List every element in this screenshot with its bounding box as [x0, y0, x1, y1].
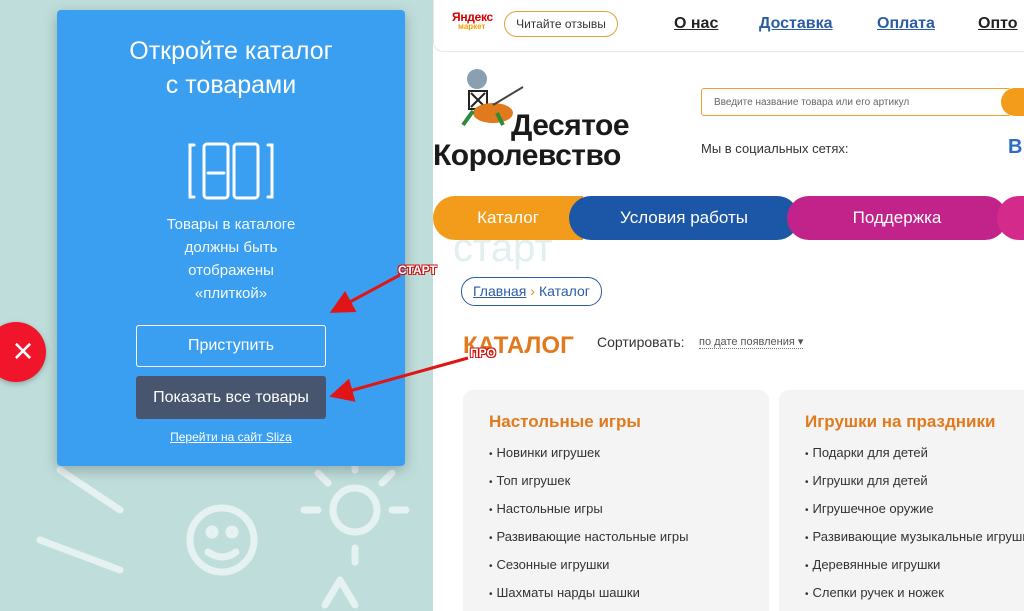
chevron-down-icon: ▾ — [797, 336, 804, 348]
modal-desc-line: «плиткой» — [194, 285, 268, 302]
list-item[interactable]: Настольные игры — [489, 500, 688, 528]
grid-view-icon — [188, 142, 274, 200]
annotation-start-label: СТАРТ — [398, 263, 437, 277]
show-all-goods-button[interactable]: Показать все товары — [136, 376, 326, 419]
category-card-holiday-toys: Игрушки на праздники Подарки для детей И… — [779, 390, 1024, 611]
category-title[interactable]: Игрушки на праздники — [805, 412, 995, 432]
list-item[interactable]: Сезонные игрушки — [489, 556, 688, 584]
modal-desc-line: должны быть — [184, 239, 278, 256]
search-button[interactable] — [1001, 88, 1024, 116]
close-icon: × — [12, 330, 34, 371]
main-nav: Каталог Условия работы Поддержка — [433, 196, 1024, 240]
sort-label: Сортировать: — [597, 334, 685, 350]
site-content: Яндекс маркет Читайте отзывы О нас Доста… — [433, 0, 1024, 611]
category-list: Новинки игрушек Топ игрушек Настольные и… — [489, 444, 689, 611]
vk-icon[interactable]: В — [1008, 136, 1022, 159]
breadcrumb-home[interactable]: Главная — [473, 283, 526, 299]
logo-line2: Королевство — [433, 139, 621, 172]
modal-description: Товары в каталоге должны быть отображены… — [57, 213, 405, 305]
breadcrumb-separator: › — [530, 283, 535, 299]
category-card-board-games: Настольные игры Новинки игрушек Топ игру… — [463, 390, 769, 611]
list-item[interactable]: Шахматы нарды шашки — [489, 584, 688, 611]
category-list: Подарки для детей Игрушки для детей Игру… — [805, 444, 1024, 611]
list-item[interactable]: Слепки ручек и ножек — [805, 584, 1024, 611]
top-link-delivery[interactable]: Доставка — [759, 15, 833, 33]
breadcrumb: Главная › Каталог — [461, 277, 602, 306]
top-bar: Яндекс маркет Читайте отзывы О нас Доста… — [433, 0, 1024, 52]
list-item[interactable]: Деревянные игрушки — [805, 556, 1024, 584]
list-item[interactable]: Игрушечное оружие — [805, 500, 1024, 528]
yandex-market-line2: маркет — [458, 22, 486, 31]
modal-title: Откройте каталог с товарами — [57, 34, 405, 102]
list-item[interactable]: Игрушки для детей — [805, 472, 1024, 500]
start-button[interactable]: Приступить — [136, 325, 326, 367]
nav-item-catalog[interactable]: Каталог — [433, 196, 583, 240]
list-item[interactable]: Подарки для детей — [805, 444, 1024, 472]
modal-desc-line: Товары в каталоге — [166, 216, 296, 233]
list-item[interactable]: Развивающие настольные игры — [489, 528, 689, 556]
sort-select[interactable]: по дате появления ▾ — [699, 335, 804, 349]
modal-desc-line: отображены — [188, 262, 274, 279]
annotation-pro-label: ПРО — [470, 346, 496, 360]
social-label: Мы в социальных сетях: — [701, 141, 849, 156]
modal-title-line2: с товарами — [165, 71, 297, 99]
logo-text: Десятое Королевство — [433, 109, 630, 172]
nav-item-support[interactable]: Поддержка — [787, 196, 1007, 240]
top-link-about[interactable]: О нас — [674, 15, 718, 33]
search-input[interactable]: Введите название товара или его артикул — [701, 88, 1011, 116]
list-item[interactable]: Новинки игрушек — [489, 444, 688, 472]
logo-line1: Десятое — [511, 109, 630, 142]
modal-title-line1: Откройте каталог — [129, 37, 333, 65]
catalog-modal: Откройте каталог с товарами Товары в кат… — [57, 10, 405, 466]
site-logo[interactable]: Десятое Королевство — [433, 65, 658, 175]
category-title[interactable]: Настольные игры — [489, 412, 641, 432]
list-item[interactable]: Топ игрушек — [489, 472, 688, 500]
top-link-payment[interactable]: Оплата — [877, 15, 935, 33]
top-link-wholesale[interactable]: Опто — [978, 15, 1018, 33]
breadcrumb-current: Каталог — [538, 283, 590, 299]
list-item[interactable]: Развивающие музыкальные игрушки — [805, 528, 1024, 556]
reviews-button[interactable]: Читайте отзывы — [504, 11, 618, 37]
sort-select-value: по дате появления — [699, 336, 795, 348]
go-to-sliza-link[interactable]: Перейти на сайт Sliza — [57, 430, 405, 444]
yandex-market-badge[interactable]: Яндекс маркет — [452, 10, 500, 38]
nav-item-conditions[interactable]: Условия работы — [569, 196, 799, 240]
